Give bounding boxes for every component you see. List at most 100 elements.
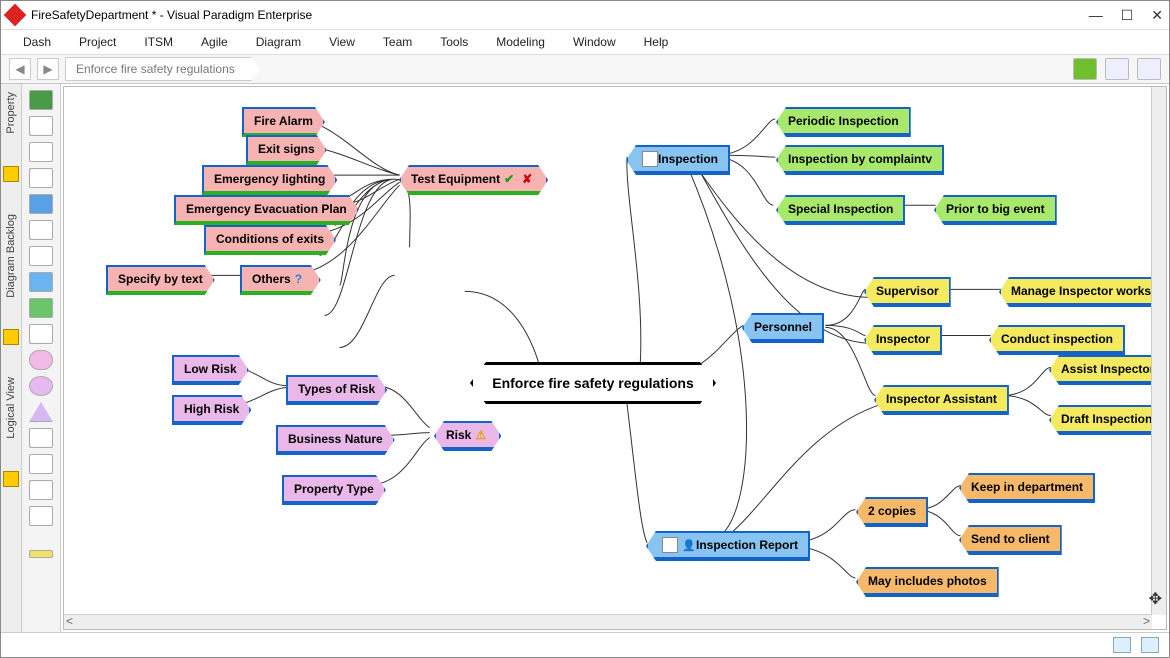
- node-inspection[interactable]: Inspection: [626, 145, 730, 175]
- palette-image-icon[interactable]: [29, 298, 53, 318]
- people-icon: [682, 538, 696, 552]
- node-label: High Risk: [184, 402, 239, 416]
- node-label: Conditions of exits: [216, 232, 324, 246]
- node-two-copies[interactable]: 2 copies: [856, 497, 928, 527]
- menu-project[interactable]: Project: [79, 35, 116, 49]
- node-periodic[interactable]: Periodic Inspection: [776, 107, 911, 137]
- palette-rounded-icon[interactable]: [29, 350, 53, 370]
- node-specify-text[interactable]: Specify by text: [106, 265, 215, 295]
- side-tab-icon[interactable]: [3, 329, 19, 345]
- node-others[interactable]: Others ?: [240, 265, 321, 295]
- node-label: Specify by text: [118, 272, 203, 286]
- node-inspector-assistant[interactable]: Inspector Assistant: [874, 385, 1009, 415]
- central-topic[interactable]: Enforce fire safety regulations: [470, 362, 716, 404]
- chat-icon[interactable]: [1073, 58, 1097, 80]
- menu-window[interactable]: Window: [573, 35, 616, 49]
- menu-diagram[interactable]: Diagram: [256, 35, 301, 49]
- node-keep-dept[interactable]: Keep in department: [959, 473, 1095, 503]
- breadcrumb-toolbar: ◀ ▶ Enforce fire safety regulations: [1, 55, 1169, 84]
- palette-panel-icon[interactable]: [29, 480, 53, 500]
- node-label: Inspection: [658, 152, 718, 166]
- node-high-risk[interactable]: High Risk: [172, 395, 251, 425]
- minimize-button[interactable]: —: [1089, 7, 1103, 24]
- canvas[interactable]: Enforce fire safety regulations Test Equ…: [63, 86, 1167, 630]
- node-label: Inspection by complaintv: [788, 152, 932, 166]
- node-fire-alarm[interactable]: Fire Alarm: [242, 107, 325, 137]
- palette-triangle-icon[interactable]: [29, 402, 53, 422]
- menu-team[interactable]: Team: [383, 35, 412, 49]
- node-exit-signs[interactable]: Exit signs: [246, 135, 327, 165]
- side-tab-property[interactable]: Property: [5, 92, 17, 134]
- window-title: FireSafetyDepartment * - Visual Paradigm…: [31, 8, 1089, 22]
- node-inspector[interactable]: Inspector: [864, 325, 942, 355]
- palette-note-icon[interactable]: [29, 116, 53, 136]
- node-conditions-exits[interactable]: Conditions of exits: [204, 225, 336, 255]
- side-tab-backlog[interactable]: Diagram Backlog: [5, 214, 17, 298]
- palette-table-icon[interactable]: [29, 246, 53, 266]
- node-prior-event[interactable]: Prior to big event: [934, 195, 1057, 225]
- node-special[interactable]: Special Inspection: [776, 195, 905, 225]
- node-may-photos[interactable]: May includes photos: [856, 567, 999, 597]
- document-icon: [662, 537, 678, 553]
- pan-handle-icon[interactable]: ✥: [1149, 589, 1162, 609]
- menu-tools[interactable]: Tools: [440, 35, 468, 49]
- node-conduct-inspection[interactable]: Conduct inspection: [989, 325, 1125, 355]
- close-button[interactable]: ✕: [1151, 7, 1163, 24]
- central-topic-label: Enforce fire safety regulations: [492, 375, 694, 391]
- node-business-nature[interactable]: Business Nature: [276, 425, 395, 455]
- palette-highlight-icon[interactable]: [29, 550, 53, 558]
- task-icon[interactable]: [1141, 637, 1159, 653]
- app-logo-icon: [4, 4, 27, 27]
- node-label: Low Risk: [184, 362, 237, 376]
- palette-curve-icon[interactable]: [29, 168, 53, 188]
- node-personnel[interactable]: Personnel: [742, 313, 824, 343]
- palette-ellipse-icon[interactable]: [29, 376, 53, 396]
- node-label: Fire Alarm: [254, 114, 313, 128]
- side-tab-logical[interactable]: Logical View: [5, 377, 17, 439]
- node-types-risk[interactable]: Types of Risk: [286, 375, 387, 405]
- breadcrumb[interactable]: Enforce fire safety regulations: [65, 57, 252, 81]
- node-low-risk[interactable]: Low Risk: [172, 355, 249, 385]
- nav-forward-button[interactable]: ▶: [37, 58, 59, 80]
- node-inspection-report[interactable]: Inspection Report: [646, 531, 810, 561]
- node-by-complaint[interactable]: Inspection by complaintv: [776, 145, 944, 175]
- nav-back-button[interactable]: ◀: [9, 58, 31, 80]
- palette-list-icon[interactable]: [29, 454, 53, 474]
- side-tab-icon[interactable]: [3, 471, 19, 487]
- node-draft-report[interactable]: Draft Inspection Rep: [1049, 405, 1167, 435]
- status-bar: [1, 632, 1169, 657]
- mail-icon[interactable]: [1113, 637, 1131, 653]
- maximize-button[interactable]: ☐: [1121, 7, 1134, 24]
- question-icon: ?: [295, 272, 309, 286]
- side-tab-icon[interactable]: [3, 166, 19, 182]
- layout-icon[interactable]: [1137, 58, 1161, 80]
- palette-rect-icon[interactable]: [29, 272, 53, 292]
- app-window: FireSafetyDepartment * - Visual Paradigm…: [0, 0, 1170, 658]
- node-supervisor[interactable]: Supervisor: [864, 277, 951, 307]
- fit-window-icon[interactable]: [1105, 58, 1129, 80]
- palette-grid-icon[interactable]: [29, 220, 53, 240]
- menu-help[interactable]: Help: [644, 35, 669, 49]
- menu-agile[interactable]: Agile: [201, 35, 228, 49]
- node-label: Inspector: [876, 332, 930, 346]
- menu-view[interactable]: View: [329, 35, 355, 49]
- palette-camera-icon[interactable]: [29, 324, 53, 344]
- node-send-client[interactable]: Send to client: [959, 525, 1062, 555]
- menu-modeling[interactable]: Modeling: [496, 35, 545, 49]
- node-assist-inspector[interactable]: Assist Inspector to: [1049, 355, 1167, 385]
- node-test-equipment[interactable]: Test Equipment: [399, 165, 548, 195]
- palette-zigzag-icon[interactable]: [29, 428, 53, 448]
- horizontal-scrollbar[interactable]: [64, 614, 1152, 629]
- menu-itsm[interactable]: ITSM: [144, 35, 173, 49]
- palette-line-icon[interactable]: [29, 142, 53, 162]
- node-emergency-lighting[interactable]: Emergency lighting: [202, 165, 337, 195]
- node-risk[interactable]: Risk: [434, 421, 501, 451]
- menu-dash[interactable]: Dash: [23, 35, 51, 49]
- palette-pointer-icon[interactable]: [29, 90, 53, 110]
- node-manage-works[interactable]: Manage Inspector works: [999, 277, 1163, 307]
- palette-folder-icon[interactable]: [29, 194, 53, 214]
- vertical-scrollbar[interactable]: [1151, 87, 1166, 615]
- palette-export-icon[interactable]: [29, 506, 53, 526]
- node-evac-plan[interactable]: Emergency Evacuation Plan: [174, 195, 359, 225]
- node-property-type[interactable]: Property Type: [282, 475, 386, 505]
